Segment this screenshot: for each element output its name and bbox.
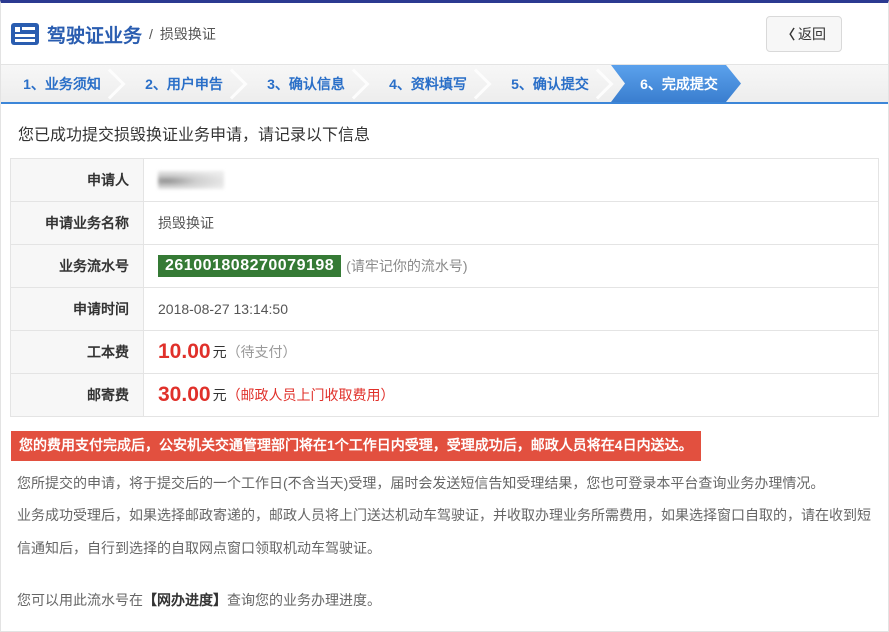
breadcrumb-current: 损毁换证 xyxy=(159,26,216,42)
row-label: 申请人 xyxy=(11,159,144,201)
note-suffix: 查询您的业务办理进度。 xyxy=(227,592,381,609)
success-message: 您已成功提交损毁换证业务申请，请记录以下信息 xyxy=(18,127,371,144)
step-5-confirm-submit[interactable]: 5、确认提交 xyxy=(489,65,614,102)
step-label: 6、完成提交 xyxy=(640,76,718,92)
back-button-label: 返回 xyxy=(798,26,826,42)
license-card-icon xyxy=(11,23,39,45)
step-2-user-declaration[interactable]: 2、用户申告 xyxy=(123,65,248,102)
table-row-production-fee: 工本费 10.00 元 （待支付） xyxy=(11,330,878,373)
table-row-serial-number: 业务流水号 261001808270079198 (请牢记你的流水号) xyxy=(11,244,878,287)
back-button[interactable]: 〈返回 xyxy=(765,16,842,52)
step-6-complete-submit[interactable]: 6、完成提交 xyxy=(611,65,741,102)
step-label: 1、业务须知 xyxy=(23,76,101,92)
table-row-business-name: 申请业务名称 损毁换证 xyxy=(11,201,878,244)
step-progress-bar: 1、业务须知 2、用户申告 3、确认信息 4、资料填写 5、确认提交 6、完成提… xyxy=(1,64,888,104)
fee-unit: 元 xyxy=(212,344,227,360)
serial-number-badge: 261001808270079198 xyxy=(158,255,342,277)
serial-number-note: (请牢记你的流水号) xyxy=(346,258,468,274)
progress-link-text: 【网办进度】 xyxy=(143,592,227,609)
step-3-confirm-info[interactable]: 3、确认信息 xyxy=(245,65,370,102)
note-prefix: 您可以用此流水号在 xyxy=(17,592,143,609)
row-label: 邮寄费 xyxy=(11,374,144,416)
paragraph: 您所提交的申请，将于提交后的一个工作日(不含当天)受理，届时会发送短信告知受理结… xyxy=(17,474,825,491)
paragraph: 业务成功受理后，如果选择邮政寄递的，邮政人员将上门送达机动车驾驶证，并收取办理业… xyxy=(17,507,871,557)
row-value: 10.00 元 （待支付） xyxy=(144,331,878,373)
step-1-business-notice[interactable]: 1、业务须知 xyxy=(1,65,126,102)
step-label: 3、确认信息 xyxy=(267,76,345,92)
row-label: 业务流水号 xyxy=(11,245,144,287)
warning-banner-wrap: 您的费用支付完成后，公安机关交通管理部门将在1个工作日内受理，受理成功后，邮政人… xyxy=(11,431,879,461)
row-value xyxy=(144,159,878,201)
fee-amount: 10.00 xyxy=(158,340,211,363)
application-info-table: 申请人 申请业务名称 损毁换证 业务流水号 261001808270079198… xyxy=(10,158,879,417)
fee-amount: 30.00 xyxy=(158,383,211,406)
applicant-name-redacted xyxy=(158,171,224,189)
main-content: 您已成功提交损毁换证业务申请，请记录以下信息 申请人 申请业务名称 损毁换证 业… xyxy=(1,121,888,631)
row-value: 30.00 元 （邮政人员上门收取费用） xyxy=(144,374,878,416)
page-header: 驾驶证业务 / 损毁换证 〈返回 xyxy=(1,3,888,64)
service-panel: 驾驶证业务 / 损毁换证 〈返回 1、业务须知 2、用户申告 3、确认信息 4、… xyxy=(0,0,889,632)
fee-collection-note: （邮政人员上门收取费用） xyxy=(226,387,395,403)
chevron-left-icon: 〈 xyxy=(781,27,795,42)
explanation-paragraphs: 您所提交的申请，将于提交后的一个工作日(不含当天)受理，届时会发送短信告知受理结… xyxy=(17,467,879,566)
row-label: 申请业务名称 xyxy=(11,202,144,244)
row-label: 申请时间 xyxy=(11,288,144,330)
fee-unit: 元 xyxy=(212,387,227,403)
row-value: 2018-08-27 13:14:50 xyxy=(158,301,288,317)
table-row-applicant: 申请人 xyxy=(11,159,878,201)
fee-status-note: （待支付） xyxy=(226,344,297,360)
row-label: 工本费 xyxy=(11,331,144,373)
row-value: 损毁换证 xyxy=(158,215,214,231)
step-label: 4、资料填写 xyxy=(389,76,467,92)
step-label: 2、用户申告 xyxy=(145,76,223,92)
table-row-postage-fee: 邮寄费 30.00 元 （邮政人员上门收取费用） xyxy=(11,373,878,416)
row-value: 261001808270079198 (请牢记你的流水号) xyxy=(144,245,878,287)
page-title: 驾驶证业务 xyxy=(47,25,143,47)
step-4-fill-data[interactable]: 4、资料填写 xyxy=(367,65,492,102)
table-row-apply-time: 申请时间 2018-08-27 13:14:50 xyxy=(11,287,878,330)
payment-warning-banner: 您的费用支付完成后，公安机关交通管理部门将在1个工作日内受理，受理成功后，邮政人… xyxy=(11,431,701,461)
breadcrumb-separator: / xyxy=(149,26,153,42)
progress-query-note: 您可以用此流水号在【网办进度】查询您的业务办理进度。 xyxy=(17,590,879,610)
step-label: 5、确认提交 xyxy=(511,76,589,92)
